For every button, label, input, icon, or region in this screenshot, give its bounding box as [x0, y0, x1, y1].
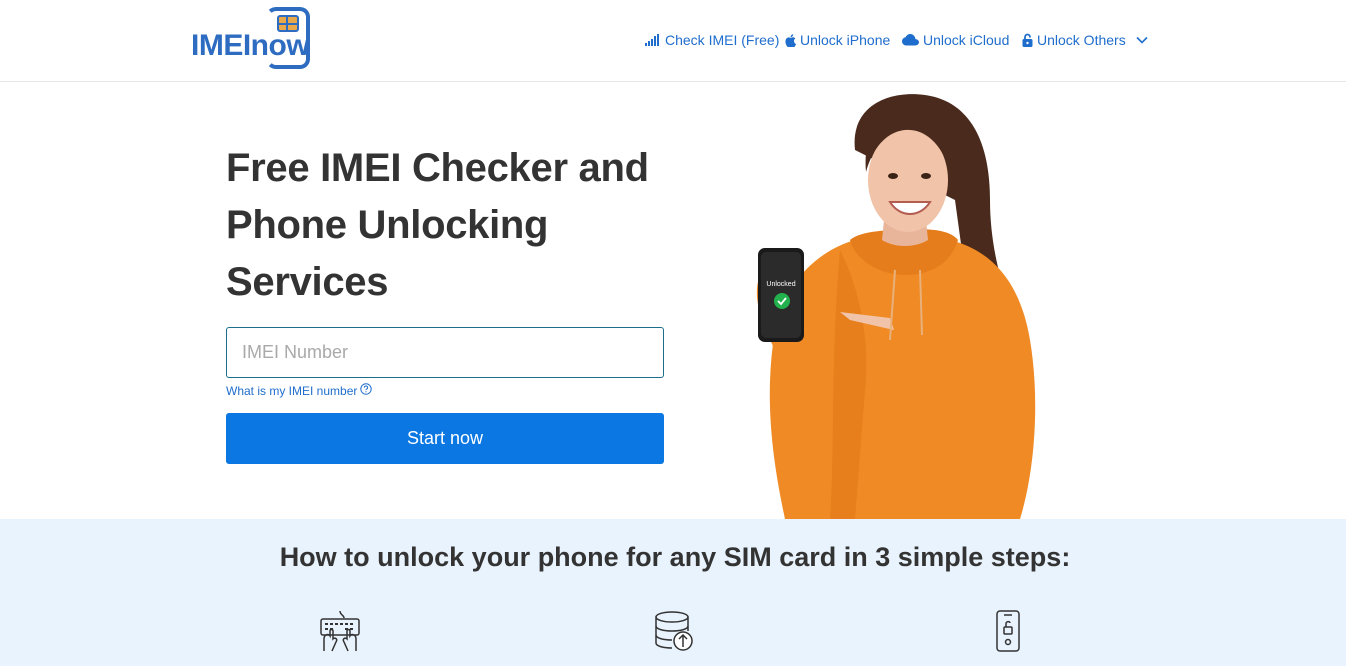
signal-bars-icon [645, 34, 661, 46]
nav-unlock-iphone[interactable]: Unlock iPhone [785, 32, 890, 48]
steps-title: How to unlock your phone for any SIM car… [279, 542, 1071, 572]
hero-title: Free IMEI Checker and Phone Unlocking Se… [226, 146, 649, 304]
steps-section: How to unlock your phone for any SIM car… [0, 519, 1346, 666]
hero-woman-with-phone-image: Unlocked [690, 90, 1130, 519]
imei-help-link[interactable]: What is my IMEI number [226, 383, 373, 398]
unlock-icon [1022, 33, 1033, 47]
apple-icon [785, 33, 796, 47]
imei-number-input[interactable] [226, 327, 664, 378]
nav-unlock-others[interactable]: Unlock Others [1022, 32, 1148, 48]
phone-screen-text: Unlocked [766, 281, 795, 288]
nav-check-imei[interactable]: Check IMEI (Free) [645, 32, 779, 48]
nav-unlock-iphone-label: Unlock iPhone [800, 32, 891, 48]
main-nav: Check IMEI (Free) Unlock iPhone Unlock i… [0, 32, 1346, 52]
question-circle-icon [360, 383, 373, 398]
site-header: IMEInow Check IMEI (Free) Unlock iPhone … [0, 0, 1346, 82]
nav-unlock-others-label: Unlock Others [1037, 32, 1126, 48]
start-now-button[interactable]: Start now [226, 413, 664, 464]
phone-unlock-icon [986, 609, 1030, 653]
keyboard-typing-icon [318, 609, 362, 653]
chevron-down-icon [1136, 36, 1148, 44]
imei-help-link-label: What is my IMEI number [226, 383, 358, 398]
database-upload-icon [652, 609, 696, 653]
nav-unlock-icloud[interactable]: Unlock iCloud [902, 32, 1009, 48]
cloud-icon [902, 34, 919, 46]
nav-unlock-icloud-label: Unlock iCloud [923, 32, 1010, 48]
nav-check-imei-label: Check IMEI (Free) [665, 32, 780, 48]
sim-chip-icon [277, 15, 299, 32]
